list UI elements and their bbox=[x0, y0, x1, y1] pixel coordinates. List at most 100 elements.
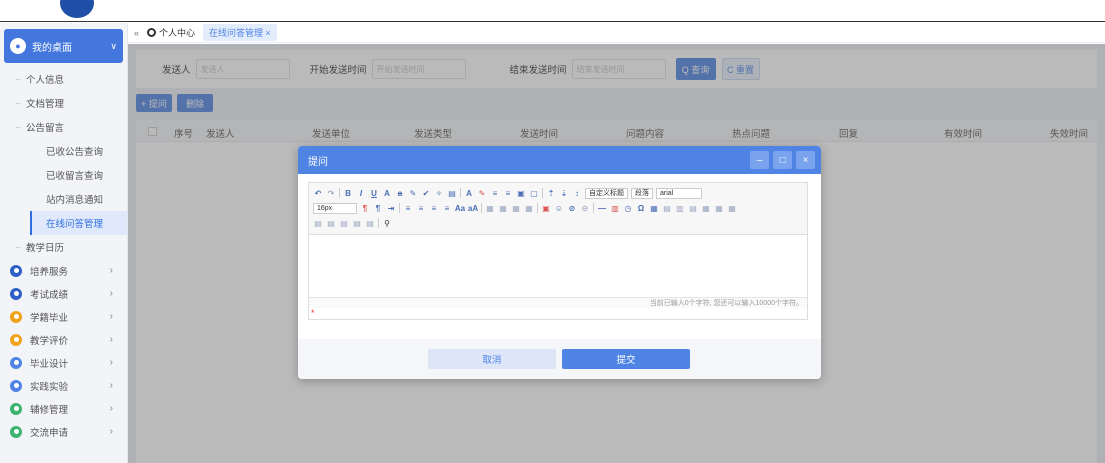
strikethrough-icon[interactable]: a bbox=[395, 188, 405, 198]
paragraph-select[interactable]: 段落 bbox=[631, 187, 653, 199]
delete-row-icon[interactable]: ▤ bbox=[688, 203, 698, 213]
sidebar-item-teaching-calendar[interactable]: -· 教学日历 bbox=[0, 235, 127, 259]
table-op-5-icon[interactable]: ▤ bbox=[365, 218, 375, 228]
horizontal-rule-icon[interactable]: — bbox=[597, 203, 607, 213]
underline-icon[interactable]: U bbox=[369, 188, 379, 198]
sidebar-menu-label: 交流申请 bbox=[30, 427, 69, 439]
image-float-right-icon[interactable]: ▦ bbox=[511, 203, 521, 213]
table-op-3-icon[interactable]: ▤ bbox=[339, 218, 349, 228]
image-center-icon[interactable]: ▦ bbox=[524, 203, 534, 213]
time-icon[interactable]: ◷ bbox=[623, 203, 633, 213]
line-height-icon[interactable]: ↕ bbox=[572, 188, 582, 198]
sidebar-item-label: 个人信息 bbox=[26, 75, 65, 86]
highlight-color-icon[interactable]: ✎ bbox=[477, 188, 487, 198]
sidebar-item-label: 已收公告查询 bbox=[46, 147, 104, 158]
user-icon: ● bbox=[10, 38, 26, 54]
sidebar-menu-item[interactable]: 实践实验 › bbox=[0, 374, 127, 397]
special-char-icon[interactable]: Ω bbox=[636, 203, 646, 213]
align-right-icon[interactable]: ≡ bbox=[429, 203, 439, 213]
dialog-header: 提问 – □ × bbox=[298, 146, 821, 174]
unlink-icon[interactable]: ⊝ bbox=[580, 203, 590, 213]
sidebar-item-label: 已收留言查询 bbox=[46, 171, 104, 182]
clear-format-icon[interactable]: ✧ bbox=[434, 188, 444, 198]
sidebar-head-my-desktop[interactable]: ● 我的桌面 ∨ bbox=[4, 29, 123, 63]
dialog-footer: 取消 提交 bbox=[298, 339, 821, 379]
merge-cells-icon[interactable]: ▦ bbox=[701, 203, 711, 213]
select-all-icon[interactable]: ▣ bbox=[516, 188, 526, 198]
auto-format-icon[interactable]: ✔ bbox=[421, 188, 431, 198]
table-op-4-icon[interactable]: ▤ bbox=[352, 218, 362, 228]
sidebar-item-doc-manage[interactable]: -· 文档管理 bbox=[0, 91, 127, 115]
align-justify-icon[interactable]: ≡ bbox=[442, 203, 452, 213]
sidebar-item-personal-info[interactable]: -· 个人信息 bbox=[0, 67, 127, 91]
custom-title-select[interactable]: 自定义标题 bbox=[585, 187, 628, 199]
minimize-icon[interactable]: – bbox=[750, 151, 769, 169]
redo-icon[interactable]: ↷ bbox=[326, 188, 336, 198]
editor-body[interactable] bbox=[309, 235, 807, 297]
link-icon[interactable]: ⊘ bbox=[567, 203, 577, 213]
unordered-list-icon[interactable]: ≡ bbox=[503, 188, 513, 198]
image-float-left-icon[interactable]: ▦ bbox=[498, 203, 508, 213]
insert-col-icon[interactable]: ▥ bbox=[675, 203, 685, 213]
sidebar-item-label: 在线问答管理 bbox=[46, 219, 104, 230]
table-op-2-icon[interactable]: ▤ bbox=[326, 218, 336, 228]
close-icon[interactable]: × bbox=[796, 151, 815, 169]
direction-rtl-icon[interactable]: ¶ bbox=[373, 203, 383, 213]
delete-table-icon[interactable]: ▦ bbox=[727, 203, 737, 213]
chevron-right-icon: › bbox=[109, 403, 113, 414]
font-family-select[interactable]: arial bbox=[656, 187, 702, 199]
align-left-icon[interactable]: ≡ bbox=[403, 203, 413, 213]
row-spacing-top-icon[interactable]: ⇡ bbox=[546, 188, 556, 198]
search-replace-icon[interactable]: ⚲ bbox=[382, 218, 392, 228]
sidebar-item-label: 教学日历 bbox=[26, 243, 65, 254]
sidebar-item-received-message[interactable]: 已收留言查询 bbox=[0, 163, 127, 187]
chevron-down-icon: ∨ bbox=[110, 40, 117, 51]
emotion-icon[interactable]: ☺ bbox=[554, 203, 564, 213]
sidebar-head-label: 我的桌面 bbox=[32, 42, 72, 54]
sidebar-menu-label: 教学评价 bbox=[30, 335, 69, 347]
image-float-none-icon[interactable]: ▦ bbox=[485, 203, 495, 213]
sidebar-menu-item[interactable]: 培养服务 › bbox=[0, 259, 127, 282]
submit-button[interactable]: 提交 bbox=[562, 349, 690, 369]
table-op-1-icon[interactable]: ▤ bbox=[313, 218, 323, 228]
font-size-select[interactable]: 16px bbox=[313, 202, 357, 214]
maximize-icon[interactable]: □ bbox=[773, 151, 792, 169]
insert-image-icon[interactable]: ▣ bbox=[541, 203, 551, 213]
sidebar-menu-item[interactable]: 毕业设计 › bbox=[0, 351, 127, 374]
cancel-button[interactable]: 取消 bbox=[428, 349, 556, 369]
sidebar-menu-item[interactable]: 交流申请 › bbox=[0, 420, 127, 443]
sidebar-item-online-qa[interactable]: 在线问答管理 bbox=[30, 211, 127, 235]
tab-personal-center[interactable]: 个人中心 bbox=[159, 26, 195, 39]
format-brush-icon[interactable]: ✎ bbox=[408, 188, 418, 198]
sidebar-menu-item[interactable]: 学籍毕业 › bbox=[0, 305, 127, 328]
tab-online-qa[interactable]: 在线问答管理 × bbox=[203, 24, 277, 41]
paste-text-icon[interactable]: ▤ bbox=[447, 188, 457, 198]
clear-doc-icon[interactable]: ▢ bbox=[529, 188, 539, 198]
bold-icon[interactable]: B bbox=[343, 188, 353, 198]
row-spacing-bottom-icon[interactable]: ⇣ bbox=[559, 188, 569, 198]
insert-row-icon[interactable]: ▤ bbox=[662, 203, 672, 213]
sidebar-item-received-notice[interactable]: 已收公告查询 bbox=[0, 139, 127, 163]
font-color-icon[interactable]: A bbox=[464, 188, 474, 198]
ordered-list-icon[interactable]: ≡ bbox=[490, 188, 500, 198]
font-border-icon[interactable]: A bbox=[382, 188, 392, 198]
date-icon[interactable]: ▥ bbox=[610, 203, 620, 213]
italic-icon[interactable]: I bbox=[356, 188, 366, 198]
lowercase-icon[interactable]: aA bbox=[468, 203, 478, 213]
sidebar-item-bulletin[interactable]: -· 公告留言 bbox=[0, 115, 127, 139]
sidebar-item-label: 公告留言 bbox=[26, 123, 65, 134]
sidebar-item-site-message[interactable]: 站内消息通知 bbox=[0, 187, 127, 211]
sidebar-menu-label: 培养服务 bbox=[30, 266, 69, 278]
split-cells-icon[interactable]: ▦ bbox=[714, 203, 724, 213]
direction-ltr-icon[interactable]: ¶ bbox=[360, 203, 370, 213]
undo-icon[interactable]: ↶ bbox=[313, 188, 323, 198]
insert-table-icon[interactable]: ▦ bbox=[649, 203, 659, 213]
uppercase-icon[interactable]: Aa bbox=[455, 203, 465, 213]
collapse-icon[interactable]: « bbox=[134, 28, 139, 38]
dialog-title: 提问 bbox=[308, 156, 328, 168]
sidebar-menu-item[interactable]: 考试成绩 › bbox=[0, 282, 127, 305]
indent-icon[interactable]: ⇥ bbox=[386, 203, 396, 213]
sidebar-menu-item[interactable]: 辅修管理 › bbox=[0, 397, 127, 420]
align-center-icon[interactable]: ≡ bbox=[416, 203, 426, 213]
sidebar-menu-item[interactable]: 教学评价 › bbox=[0, 328, 127, 351]
